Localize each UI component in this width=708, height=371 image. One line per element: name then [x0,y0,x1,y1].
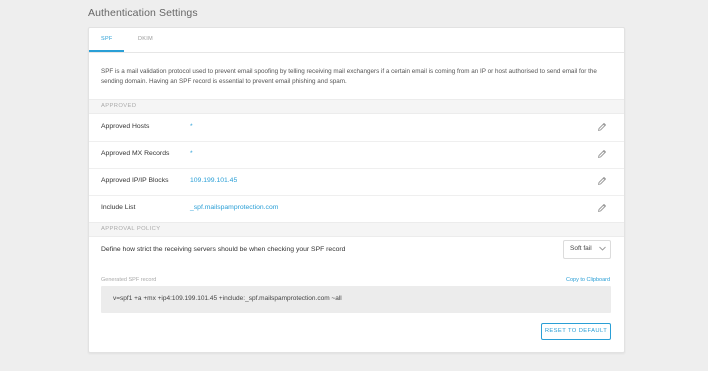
row-label: Approved IP/IP Blocks [101,177,169,184]
policy-select[interactable]: Soft fail [563,240,611,259]
reset-to-default-button[interactable]: RESET TO DEFAULT [541,323,611,340]
row-approved-hosts: Approved Hosts * [89,114,624,142]
pencil-icon[interactable] [596,148,608,160]
pencil-icon[interactable] [596,121,608,133]
row-approved-ip-blocks: Approved IP/IP Blocks 109.199.101.45 [89,168,624,196]
pencil-icon[interactable] [596,175,608,187]
page-title: Authentication Settings [88,7,198,19]
row-label: Approved MX Records [101,150,170,157]
tab-dkim[interactable]: DKIM [138,36,153,42]
section-title-approval-policy: APPROVAL POLICY [101,226,161,232]
tab-bar: SPF DKIM [89,28,624,53]
spf-description: SPF is a mail validation protocol used t… [101,68,597,85]
section-header-approved: APPROVED [89,99,624,114]
copy-to-clipboard-link[interactable]: Copy to Clipboard [566,277,610,283]
section-header-approval-policy: APPROVAL POLICY [89,222,624,237]
policy-question: Define how strict the receiving servers … [101,246,346,253]
row-value: _spf.mailspamprotection.com [190,204,279,211]
section-title-approved: APPROVED [101,103,137,109]
row-label: Approved Hosts [101,123,150,130]
tab-spf[interactable]: SPF [101,36,113,42]
generated-record-box: v=spf1 +a +mx +ip4:109.199.101.45 +inclu… [101,286,611,313]
chevron-down-icon [599,246,606,251]
row-include-list: Include List _spf.mailspamprotection.com [89,195,624,222]
authentication-settings-card: SPF DKIM SPF is a mail validation protoc… [88,27,625,353]
generated-record-text: v=spf1 +a +mx +ip4:109.199.101.45 +inclu… [113,295,342,302]
row-value: * [190,150,193,157]
pencil-icon[interactable] [596,202,608,214]
generated-record-label: Generated SPF record [101,277,157,283]
active-tab-indicator [89,50,124,52]
policy-selected-value: Soft fail [570,245,592,252]
row-value: * [190,123,193,130]
row-value: 109.199.101.45 [190,177,238,184]
row-label: Include List [101,204,136,211]
row-approved-mx-records: Approved MX Records * [89,141,624,169]
